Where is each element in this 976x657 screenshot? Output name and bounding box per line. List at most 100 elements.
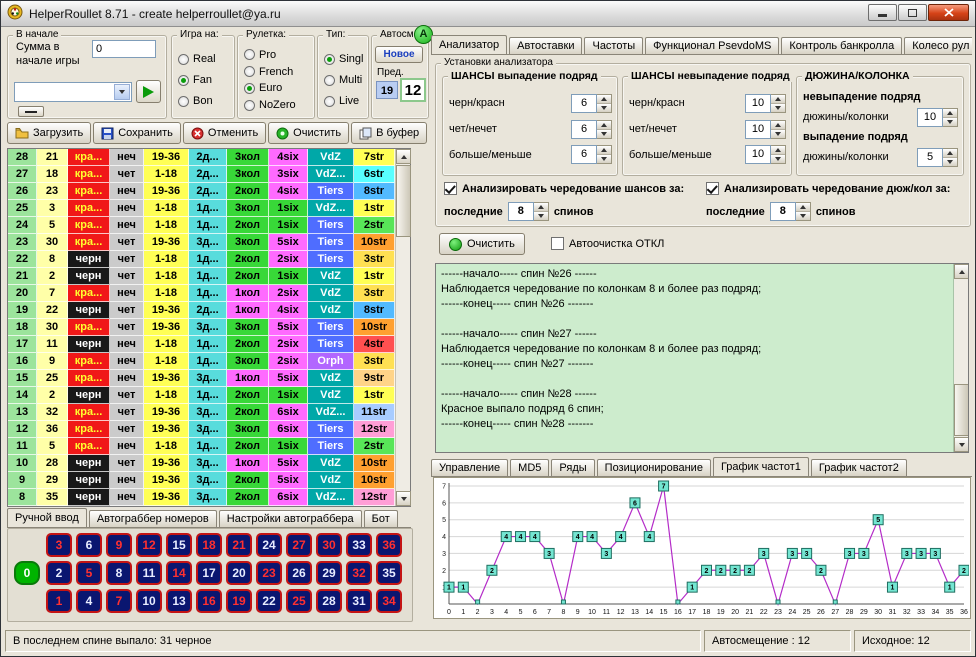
number-tile-5[interactable]: 5 xyxy=(76,561,102,585)
spinner-value[interactable]: 6 xyxy=(571,94,597,113)
number-tile-6[interactable]: 6 xyxy=(76,533,102,557)
clear-analyzer-button[interactable]: Очистить xyxy=(439,233,525,255)
number-tile-20[interactable]: 20 xyxy=(226,561,252,585)
number-tile-21[interactable]: 21 xyxy=(226,533,252,557)
minimize-button[interactable] xyxy=(868,4,897,21)
number-tile-28[interactable]: 28 xyxy=(316,589,342,613)
radio-NoZero[interactable]: NoZero xyxy=(244,99,312,111)
alternation-chances-checkbox[interactable] xyxy=(444,182,457,195)
number-tile-2[interactable]: 2 xyxy=(46,561,72,585)
scroll-thumb[interactable] xyxy=(954,384,969,436)
spinner-up-button[interactable] xyxy=(943,109,957,118)
radio-Live[interactable]: Live xyxy=(324,95,366,107)
number-tile-17[interactable]: 17 xyxy=(196,561,222,585)
input-tab-2[interactable]: Настройки автограббера xyxy=(219,510,362,527)
number-tile-15[interactable]: 15 xyxy=(166,533,192,557)
spinner-down-button[interactable] xyxy=(771,104,785,112)
start-sum-input[interactable] xyxy=(92,40,156,58)
chart-tab-5[interactable]: График частот2 xyxy=(811,459,907,476)
spinner-value[interactable]: 10 xyxy=(745,145,771,164)
spinner-up-button[interactable] xyxy=(534,203,548,212)
number-tile-25[interactable]: 25 xyxy=(286,589,312,613)
collapse-button[interactable] xyxy=(18,106,44,117)
radio-Euro[interactable]: Euro xyxy=(244,82,312,94)
radio-Singl[interactable]: Singl xyxy=(324,53,366,65)
number-tile-12[interactable]: 12 xyxy=(136,533,162,557)
spinner-down-button[interactable] xyxy=(597,155,611,163)
main-tab-1[interactable]: Автоставки xyxy=(509,37,582,54)
load-button[interactable]: Загрузить xyxy=(7,122,91,144)
radio-Bon[interactable]: Bon xyxy=(178,95,232,107)
number-tile-31[interactable]: 31 xyxy=(346,589,372,613)
main-tab-5[interactable]: Колесо рул xyxy=(904,37,972,54)
main-tab-3[interactable]: Функционал PsevdoMS xyxy=(645,37,779,54)
spinner-down-button[interactable] xyxy=(597,104,611,112)
number-tile-29[interactable]: 29 xyxy=(316,561,342,585)
radio-Pro[interactable]: Pro xyxy=(244,49,312,61)
main-tab-0[interactable]: Анализатор xyxy=(431,35,507,55)
number-tile-3[interactable]: 3 xyxy=(46,533,72,557)
number-tile-32[interactable]: 32 xyxy=(346,561,372,585)
chart-tab-2[interactable]: Ряды xyxy=(551,459,594,476)
number-tile-35[interactable]: 35 xyxy=(376,561,402,585)
history-combobox[interactable] xyxy=(14,82,132,102)
spinner-up-button[interactable] xyxy=(771,121,785,130)
log-scrollbar[interactable] xyxy=(953,264,968,452)
title-bar[interactable]: HelperRoullet 8.71 - create helperroulle… xyxy=(1,1,975,27)
number-tile-18[interactable]: 18 xyxy=(196,533,222,557)
number-tile-10[interactable]: 10 xyxy=(136,589,162,613)
main-tab-2[interactable]: Частоты xyxy=(584,37,643,54)
chart-tab-3[interactable]: Позиционирование xyxy=(597,459,711,476)
spinner-up-button[interactable] xyxy=(771,95,785,104)
spinner-value[interactable]: 10 xyxy=(745,120,771,139)
spinner-value[interactable]: 6 xyxy=(571,120,597,139)
spinner-down-button[interactable] xyxy=(771,155,785,163)
spinner-down-button[interactable] xyxy=(796,212,810,220)
number-tile-8[interactable]: 8 xyxy=(106,561,132,585)
spinner-down-button[interactable] xyxy=(597,130,611,138)
new-autoshift-button[interactable]: Новое xyxy=(375,46,423,63)
number-tile-22[interactable]: 22 xyxy=(256,589,282,613)
number-tile-16[interactable]: 16 xyxy=(196,589,222,613)
radio-Real[interactable]: Real xyxy=(178,53,232,65)
scroll-down-button[interactable] xyxy=(396,491,411,506)
spinner-value[interactable]: 5 xyxy=(917,148,943,167)
spinner-up-button[interactable] xyxy=(597,146,611,155)
spinner-value[interactable]: 6 xyxy=(571,145,597,164)
number-tile-14[interactable]: 14 xyxy=(166,561,192,585)
autoclear-checkbox[interactable] xyxy=(551,237,564,250)
input-tab-1[interactable]: Автограббер номеров xyxy=(89,510,217,527)
input-tab-3[interactable]: Бот xyxy=(364,510,398,527)
number-tile-34[interactable]: 34 xyxy=(376,589,402,613)
number-tile-27[interactable]: 27 xyxy=(286,533,312,557)
number-tile-7[interactable]: 7 xyxy=(106,589,132,613)
chart-tab-0[interactable]: Управление xyxy=(431,459,508,476)
number-tile-24[interactable]: 24 xyxy=(256,533,282,557)
spinner-value[interactable]: 8 xyxy=(770,202,796,221)
close-button[interactable] xyxy=(928,4,969,21)
spinner-value[interactable]: 10 xyxy=(745,94,771,113)
spinner-up-button[interactable] xyxy=(943,149,957,158)
spinner-down-button[interactable] xyxy=(771,130,785,138)
scroll-up-button[interactable] xyxy=(396,149,411,164)
number-tile-30[interactable]: 30 xyxy=(316,533,342,557)
scroll-thumb[interactable] xyxy=(396,165,411,237)
undo-button[interactable]: Отменить xyxy=(183,122,266,144)
number-tile-19[interactable]: 19 xyxy=(226,589,252,613)
chart-tab-4[interactable]: График частот1 xyxy=(713,457,809,477)
number-tile-0[interactable]: 0 xyxy=(14,561,40,585)
chart-tab-1[interactable]: MD5 xyxy=(510,459,549,476)
spinner-up-button[interactable] xyxy=(771,146,785,155)
input-tab-0[interactable]: Ручной ввод xyxy=(7,508,87,528)
scroll-down-button[interactable] xyxy=(954,437,969,452)
scroll-up-button[interactable] xyxy=(954,264,969,279)
spinner-up-button[interactable] xyxy=(597,121,611,130)
number-tile-11[interactable]: 11 xyxy=(136,561,162,585)
maximize-button[interactable] xyxy=(898,4,927,21)
number-tile-13[interactable]: 13 xyxy=(166,589,192,613)
spinner-up-button[interactable] xyxy=(796,203,810,212)
number-tile-9[interactable]: 9 xyxy=(106,533,132,557)
chevron-down-icon[interactable] xyxy=(114,84,130,100)
start-play-button[interactable] xyxy=(136,80,161,103)
alternation-dozens-checkbox[interactable] xyxy=(706,182,719,195)
